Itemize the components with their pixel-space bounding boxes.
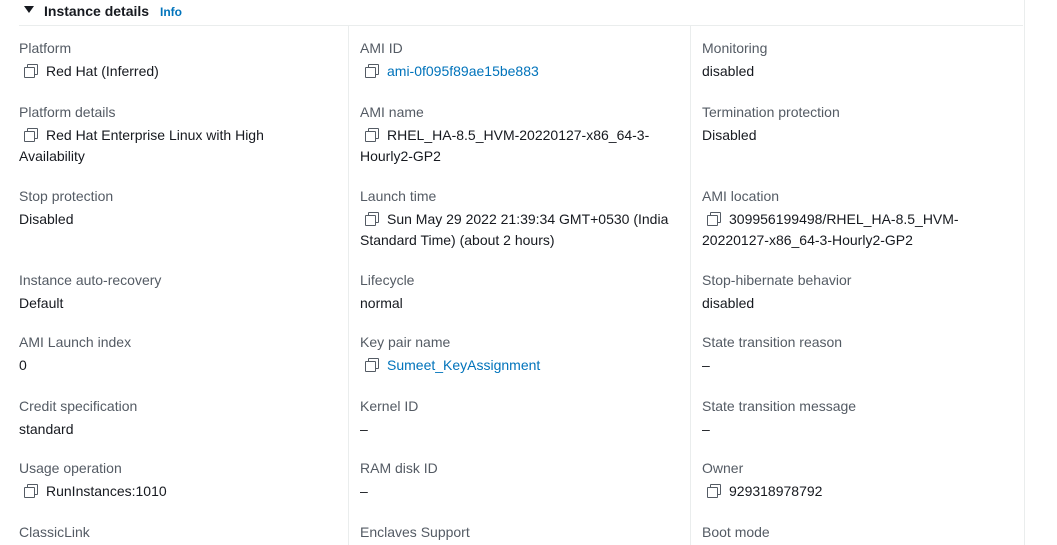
field-label: Usage operation	[19, 460, 122, 476]
column-divider	[690, 26, 691, 545]
ami-location-value-line1: 309956199498/RHEL_HA-8.5_HVM-	[729, 211, 959, 227]
field-launch-time: Launch time Sun May 29 2022 21:39:34 GMT…	[360, 188, 685, 251]
copy-icon[interactable]	[365, 358, 379, 372]
field-label: Credit specification	[19, 398, 138, 414]
field-value: normal	[360, 295, 403, 311]
platform-details-value-line2: Availability	[19, 148, 85, 164]
field-label: Enclaves Support	[360, 524, 470, 540]
field-label: Boot mode	[702, 524, 770, 540]
section-title[interactable]: Instance details	[44, 3, 149, 19]
caret-down-icon[interactable]	[24, 6, 34, 13]
field-label: Key pair name	[360, 334, 451, 350]
field-ram-disk-id: RAM disk ID –	[360, 460, 438, 502]
field-value: Red Hat (Inferred)	[19, 61, 159, 82]
field-value: Disabled	[19, 211, 74, 227]
copy-icon[interactable]	[365, 64, 379, 78]
info-link[interactable]: Info	[160, 5, 182, 19]
field-value: RHEL_HA-8.5_HVM-20220127-x86_64-3- Hourly…	[360, 125, 685, 167]
field-termination-protection: Termination protection Disabled	[702, 104, 840, 146]
field-value: ami-0f095f89ae15be883	[360, 61, 539, 82]
column-divider	[348, 26, 349, 545]
field-value: –	[702, 421, 710, 437]
field-label: Platform details	[19, 104, 116, 120]
field-enclaves-support: Enclaves Support	[360, 524, 470, 540]
ami-location-value-line2: 20220127-x86_64-3-Hourly2-GP2	[702, 232, 913, 248]
panel-right-border	[1024, 0, 1025, 545]
copy-icon[interactable]	[24, 64, 38, 78]
field-value: Red Hat Enterprise Linux with High Availa…	[19, 125, 339, 167]
field-platform: Platform Red Hat (Inferred)	[19, 40, 159, 82]
field-label: State transition message	[702, 398, 857, 414]
instance-details-header: Instance details Info	[0, 0, 1057, 26]
field-label: Instance auto-recovery	[19, 272, 162, 288]
header-divider	[19, 25, 1023, 26]
field-value: Default	[19, 295, 64, 311]
field-value: Disabled	[702, 127, 757, 143]
copy-icon[interactable]	[365, 128, 379, 142]
copy-icon[interactable]	[365, 212, 379, 226]
field-state-transition-message: State transition message –	[702, 398, 856, 440]
field-value: 309956199498/RHEL_HA-8.5_HVM- 20220127-x8…	[702, 209, 1022, 251]
field-value: –	[360, 483, 368, 499]
field-label: Platform	[19, 40, 72, 56]
platform-details-value-line1: Red Hat Enterprise Linux with High	[46, 127, 264, 143]
ami-name-value-line1: RHEL_HA-8.5_HVM-20220127-x86_64-3-	[387, 127, 650, 143]
platform-value: Red Hat (Inferred)	[46, 63, 159, 79]
field-classiclink: ClassicLink	[19, 524, 90, 540]
field-label: ClassicLink	[19, 524, 90, 540]
field-platform-details: Platform details Red Hat Enterprise Linu…	[19, 104, 339, 167]
field-ami-name: AMI name RHEL_HA-8.5_HVM-20220127-x86_64…	[360, 104, 685, 167]
field-value: standard	[19, 421, 74, 437]
field-value: –	[360, 421, 368, 437]
field-ami-location: AMI location 309956199498/RHEL_HA-8.5_HV…	[702, 188, 1022, 251]
field-label: Lifecycle	[360, 272, 415, 288]
field-label: AMI ID	[360, 40, 403, 56]
field-monitoring: Monitoring disabled	[702, 40, 767, 82]
launch-time-value-line2: Standard Time) (about 2 hours)	[360, 232, 555, 248]
field-label: Kernel ID	[360, 398, 419, 414]
owner-value: 929318978792	[729, 483, 823, 499]
field-label: RAM disk ID	[360, 460, 438, 476]
field-value: 0	[19, 357, 27, 373]
key-pair-link[interactable]: Sumeet_KeyAssignment	[387, 357, 540, 373]
ami-id-link[interactable]: ami-0f095f89ae15be883	[387, 63, 539, 79]
field-label: AMI location	[702, 188, 780, 204]
usage-operation-value: RunInstances:1010	[46, 483, 167, 499]
field-state-transition-reason: State transition reason –	[702, 334, 842, 376]
field-owner: Owner 929318978792	[702, 460, 822, 502]
field-value: disabled	[702, 63, 755, 79]
field-stop-hibernate-behavior: Stop-hibernate behavior disabled	[702, 272, 851, 314]
copy-icon[interactable]	[707, 484, 721, 498]
field-label: Launch time	[360, 188, 437, 204]
field-label: Stop-hibernate behavior	[702, 272, 852, 288]
field-value: 929318978792	[702, 481, 822, 502]
field-label: Stop protection	[19, 188, 114, 204]
field-lifecycle: Lifecycle normal	[360, 272, 414, 314]
field-auto-recovery: Instance auto-recovery Default	[19, 272, 161, 314]
field-value: disabled	[702, 295, 755, 311]
field-value: Sumeet_KeyAssignment	[360, 355, 540, 376]
field-boot-mode: Boot mode	[702, 524, 770, 540]
field-key-pair-name: Key pair name Sumeet_KeyAssignment	[360, 334, 540, 376]
field-kernel-id: Kernel ID –	[360, 398, 418, 440]
field-label: AMI Launch index	[19, 334, 132, 350]
field-value: –	[702, 357, 710, 373]
field-label: Monitoring	[702, 40, 768, 56]
field-credit-specification: Credit specification standard	[19, 398, 137, 440]
ami-name-value-line2: Hourly2-GP2	[360, 148, 441, 164]
field-value: RunInstances:1010	[19, 481, 167, 502]
field-label: Termination protection	[702, 104, 840, 120]
field-ami-id: AMI ID ami-0f095f89ae15be883	[360, 40, 539, 82]
field-label: State transition reason	[702, 334, 843, 350]
field-label: Owner	[702, 460, 744, 476]
field-stop-protection: Stop protection Disabled	[19, 188, 113, 230]
copy-icon[interactable]	[24, 128, 38, 142]
copy-icon[interactable]	[24, 484, 38, 498]
copy-icon[interactable]	[707, 212, 721, 226]
field-ami-launch-index: AMI Launch index 0	[19, 334, 131, 376]
field-usage-operation: Usage operation RunInstances:1010	[19, 460, 167, 502]
launch-time-value-line1: Sun May 29 2022 21:39:34 GMT+0530 (India	[387, 211, 669, 227]
field-value: Sun May 29 2022 21:39:34 GMT+0530 (India…	[360, 209, 685, 251]
field-label: AMI name	[360, 104, 424, 120]
